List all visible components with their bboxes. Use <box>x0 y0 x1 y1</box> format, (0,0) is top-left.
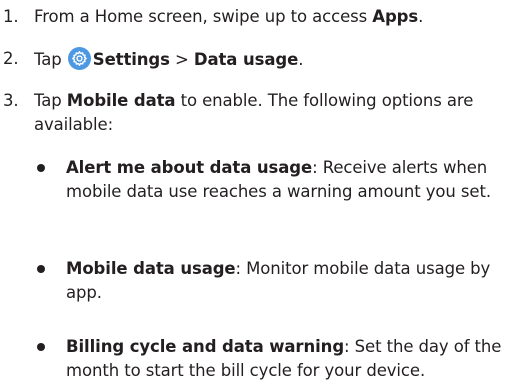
step-text-lead: Tap <box>34 91 67 110</box>
option-title: Alert me about data usage <box>66 158 313 177</box>
settings-gear-icon <box>67 47 91 70</box>
step-text: Tap Settings > Data usage. <box>34 47 518 72</box>
option-title: Mobile data usage <box>66 259 236 278</box>
option-alert-me: Alert me about data usage: Receive alert… <box>37 156 516 204</box>
bullet-dot <box>37 343 45 351</box>
settings-label: Settings <box>92 50 170 69</box>
apps-label: Apps <box>372 7 419 26</box>
step-number: 1. <box>3 7 19 26</box>
mobile-data-label: Mobile data <box>66 91 176 110</box>
step-text: Tap Mobile data to enable. The following… <box>34 89 474 137</box>
data-usage-label: Data usage <box>193 50 299 69</box>
option-billing-cycle: Billing cycle and data warning: Set the … <box>37 335 516 383</box>
step-text: From a Home screen, swipe up to access A… <box>34 5 518 29</box>
option-title: Billing cycle and data warning <box>66 337 345 356</box>
option-mobile-data-usage: Mobile data usage: Monitor mobile data u… <box>37 257 516 305</box>
step-text-lead: From a Home screen, swipe up to access <box>34 7 373 26</box>
step-number: 2. <box>3 49 19 68</box>
bullet-dot <box>37 265 45 273</box>
instructions-page: 1. From a Home screen, swipe up to acces… <box>0 0 526 392</box>
step-text-end: . <box>418 7 424 26</box>
path-separator: > <box>169 50 194 69</box>
step-text-end: . <box>298 50 304 69</box>
bullet-dot <box>37 164 45 172</box>
step-text-lead: Tap <box>34 50 67 69</box>
step-number: 3. <box>3 91 19 110</box>
